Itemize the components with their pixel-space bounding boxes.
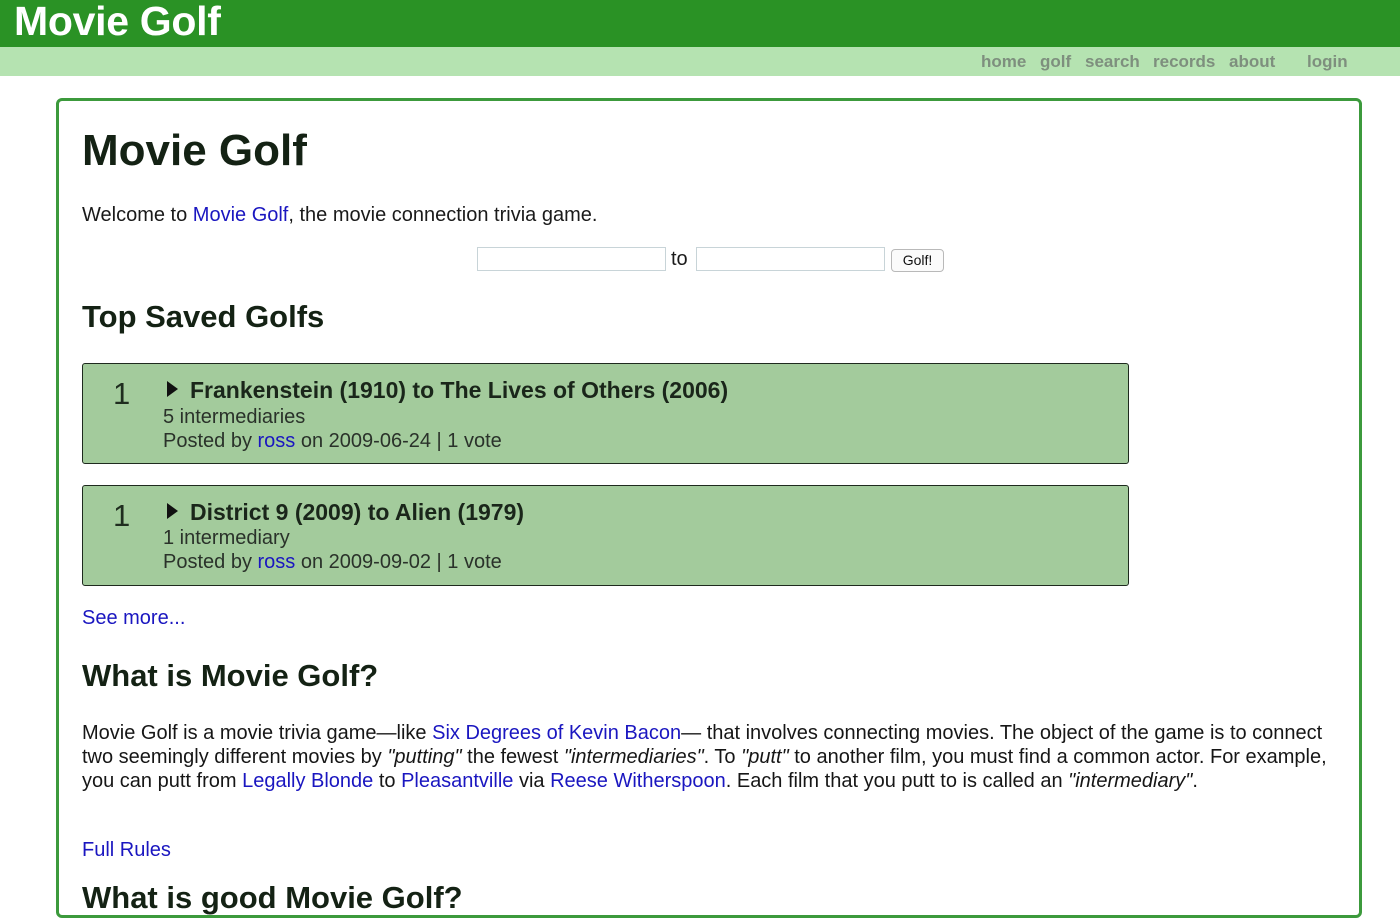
saved-golf-card: 1 Frankenstein (1910) to The Lives of Ot… [82, 363, 1129, 464]
top-header-bar: Movie Golf [0, 0, 1400, 47]
legally-blonde-link[interactable]: Legally Blonde [242, 770, 373, 792]
golf-rank: 1 [113, 498, 131, 533]
nav-about-link[interactable]: about [1229, 52, 1275, 72]
posted-suffix: on 2009-09-02 | 1 vote [295, 551, 502, 573]
posted-prefix: Posted by [163, 551, 258, 573]
intermediaries-term: "intermediaries" [563, 746, 704, 768]
posted-user-link[interactable]: ross [258, 551, 296, 573]
golf-intermediaries: 1 intermediary [163, 527, 290, 549]
posted-suffix: on 2009-06-24 | 1 vote [295, 430, 502, 452]
golf-posted-line: Posted by ross on 2009-09-02 | 1 vote [163, 550, 502, 574]
para-text: the fewest [461, 746, 564, 768]
golf-title[interactable]: District 9 (2009) to Alien (1979) [190, 498, 524, 526]
saved-golf-card: 1 District 9 (2009) to Alien (1979) 1 in… [82, 485, 1129, 586]
intermediary-term: "intermediary" [1068, 770, 1193, 792]
to-label: to [671, 248, 688, 270]
posted-prefix: Posted by [163, 430, 258, 452]
golf-intermediaries: 5 intermediaries [163, 406, 306, 428]
expand-triangle-icon[interactable] [167, 503, 178, 519]
para-text: to [373, 770, 402, 792]
intro-movie-golf-link[interactable]: Movie Golf [193, 204, 289, 226]
intro-text: Welcome to Movie Golf, the movie connect… [82, 203, 597, 227]
six-degrees-link[interactable]: Six Degrees of Kevin Bacon [432, 722, 681, 744]
para-text: . Each film that you putt to is called a… [725, 770, 1069, 792]
golf-rank: 1 [113, 376, 131, 411]
nav-search-link[interactable]: search [1085, 52, 1140, 72]
what-is-heading: What is Movie Golf? [82, 658, 379, 693]
putting-term: "putting" [387, 746, 462, 768]
full-rules-link[interactable]: Full Rules [82, 838, 171, 862]
para-text: Movie Golf is a movie trivia game—like [82, 722, 433, 744]
posted-user-link[interactable]: ross [258, 430, 296, 452]
to-movie-input[interactable] [696, 247, 885, 271]
site-title[interactable]: Movie Golf [14, 0, 221, 45]
golf-form: to Golf! [476, 247, 956, 273]
putt-term: "putt" [741, 746, 789, 768]
para-text: . [1192, 770, 1198, 792]
para-text: . To [703, 746, 742, 768]
top-saved-golfs-heading: Top Saved Golfs [82, 299, 325, 334]
golf-submit-button[interactable]: Golf! [891, 249, 944, 272]
nav-records-link[interactable]: records [1153, 52, 1215, 72]
page-title: Movie Golf [82, 126, 307, 175]
nav-golf-link[interactable]: golf [1040, 52, 1071, 72]
pleasantville-link[interactable]: Pleasantville [401, 770, 513, 792]
what-is-paragraph: Movie Golf is a movie trivia game—like S… [82, 721, 1342, 793]
golf-posted-line: Posted by ross on 2009-06-24 | 1 vote [163, 429, 502, 453]
nav-login-link[interactable]: login [1307, 52, 1348, 72]
golf-title[interactable]: Frankenstein (1910) to The Lives of Othe… [190, 376, 728, 404]
from-movie-input[interactable] [477, 247, 666, 271]
nav-home-link[interactable]: home [981, 52, 1026, 72]
para-text: via [513, 770, 551, 792]
intro-after: , the movie connection trivia game. [288, 204, 598, 226]
reese-witherspoon-link[interactable]: Reese Witherspoon [550, 770, 726, 792]
intro-before: Welcome to [82, 204, 193, 226]
see-more-link[interactable]: See more... [82, 606, 185, 630]
good-movie-golf-heading: What is good Movie Golf? [82, 880, 463, 915]
expand-triangle-icon[interactable] [167, 381, 178, 397]
